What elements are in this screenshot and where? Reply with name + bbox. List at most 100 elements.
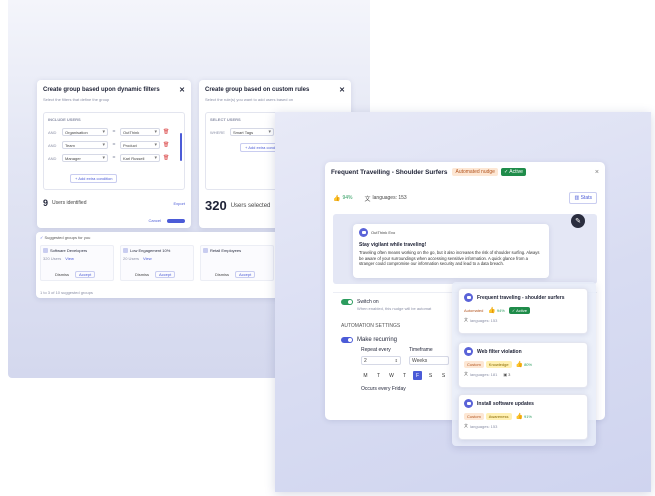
- stats-button[interactable]: ▥ Stats: [569, 192, 597, 204]
- chevron-down-icon: [154, 142, 157, 148]
- day-5[interactable]: S: [426, 371, 435, 380]
- condition-field-select[interactable]: Team: [62, 141, 108, 149]
- thumbs-up-icon: 👍: [515, 414, 523, 420]
- create-button[interactable]: [167, 218, 185, 223]
- languages-count: languages: 153: [470, 317, 498, 323]
- condition-value-select[interactable]: Karl Russell: [120, 154, 160, 162]
- suggested-group-card: Retail Employees Dismiss Accept: [200, 245, 274, 281]
- repeat-every-input[interactable]: 2 ⇕: [361, 356, 401, 365]
- chevron-down-icon: [268, 129, 271, 135]
- close-icon[interactable]: ✕: [339, 86, 345, 94]
- cancel-button[interactable]: Cancel: [149, 218, 161, 223]
- day-3[interactable]: T: [400, 371, 409, 380]
- approval-rate: 80%: [524, 362, 533, 367]
- dynamic-group-card: Create group based upon dynamic filters …: [37, 80, 191, 228]
- avatar: [464, 347, 473, 356]
- dismiss-button[interactable]: Dismiss: [55, 272, 69, 277]
- dismiss-button[interactable]: Dismiss: [135, 272, 149, 277]
- suggested-group-card: Software Developers 320 Users View Dismiss A…: [40, 245, 114, 281]
- condition-row: AND Organisation = OutThink🗑: [48, 128, 180, 136]
- add-condition-button[interactable]: + Add extra condition: [70, 174, 118, 183]
- edit-icon[interactable]: ✎: [571, 214, 585, 228]
- close-icon[interactable]: ✕: [179, 86, 185, 94]
- repeat-every-label: Repeat every: [361, 347, 391, 353]
- approval-rate: 91%: [523, 414, 532, 419]
- group-icon: [43, 248, 48, 253]
- custom-rules-subtitle: Select the rule(s) you want to add users…: [205, 97, 294, 102]
- day-0[interactable]: M: [361, 371, 370, 380]
- include-users-box: INCLUDE USERS ANDOrganisation=OutThink🗑A…: [43, 112, 185, 190]
- day-1[interactable]: T: [374, 371, 383, 380]
- message-preview-area: OutThink Evo Stay vigilant while traveli…: [333, 214, 597, 284]
- category-tag: Knowledge: [485, 361, 512, 368]
- condition-row: AND Manager = Karl Russell🗑: [48, 154, 180, 162]
- condition-operator: AND: [48, 129, 57, 135]
- day-6[interactable]: S: [439, 371, 448, 380]
- day-2[interactable]: W: [387, 371, 396, 380]
- avatar: [464, 293, 473, 302]
- translate-icon: 文: [464, 423, 468, 428]
- group-users: 20 Users: [123, 256, 140, 261]
- switch-on-toggle[interactable]: [341, 299, 353, 305]
- message-card: OutThink Evo Stay vigilant while traveli…: [353, 224, 549, 278]
- trash-icon[interactable]: 🗑: [163, 142, 169, 148]
- nudge-list-item[interactable]: Install software updates Custom Awareness 👍…: [458, 394, 588, 440]
- condition-value-select[interactable]: OutThink: [120, 128, 160, 136]
- category-tag: Awareness: [485, 413, 512, 420]
- group-name: Software Developers: [50, 248, 88, 253]
- extra-count: 3: [508, 371, 511, 377]
- dynamic-group-title: Create group based upon dynamic filters: [43, 87, 160, 93]
- condition-value-select[interactable]: Product: [120, 141, 160, 149]
- trash-icon[interactable]: 🗑: [163, 155, 169, 161]
- nudge-item-title: Web filter violation: [477, 348, 522, 355]
- stepper-icon: ⇕: [394, 358, 398, 363]
- condition-field-select[interactable]: Manager: [62, 154, 108, 162]
- users-selected-count: 320: [205, 198, 227, 213]
- view-link[interactable]: View: [65, 256, 74, 261]
- type-badge: Automated nudge: [452, 168, 498, 176]
- chart-icon: ▥: [574, 195, 580, 201]
- languages-count: languages: 153: [372, 195, 407, 201]
- approval-rate: 94%: [496, 308, 505, 313]
- scrollbar[interactable]: [180, 133, 182, 161]
- trash-icon[interactable]: 🗑: [163, 129, 169, 135]
- avatar: [464, 399, 473, 408]
- status-badge: ✓ Active: [500, 168, 526, 176]
- view-link[interactable]: View: [143, 256, 152, 261]
- nudge-list-item[interactable]: Frequent traveling - shoulder surfers Aut…: [458, 288, 588, 334]
- nudge-item-title: Frequent traveling - shoulder surfers: [477, 294, 565, 301]
- accept-button[interactable]: Accept: [155, 271, 176, 278]
- switch-on-label: Switch on: [357, 299, 379, 305]
- suggested-groups-footer: 1 to 3 of 10 suggested groups: [40, 290, 93, 295]
- type-tag: Custom: [464, 413, 484, 420]
- nudge-item-title: Install software updates: [477, 400, 534, 407]
- avatar: [359, 228, 368, 237]
- group-name: Retail Employees: [210, 248, 242, 253]
- chevron-down-icon: [102, 155, 105, 161]
- nudge-list-item[interactable]: Web filter violation Custom Knowledge 👍 80% 文…: [458, 342, 588, 388]
- accept-button[interactable]: Accept: [75, 271, 96, 278]
- dismiss-button[interactable]: Dismiss: [215, 272, 229, 277]
- users-count-label: Users identified: [52, 200, 87, 206]
- type-tag: Custom: [464, 361, 484, 368]
- translate-icon: 文: [364, 196, 371, 203]
- languages-count: languages: 153: [470, 423, 498, 429]
- recurring-label: Make recurring: [357, 337, 398, 343]
- condition-field-select[interactable]: Organisation: [62, 128, 108, 136]
- status-badge: ✓ Active: [508, 307, 531, 314]
- rule-field-select[interactable]: Smart Tags: [230, 128, 274, 136]
- custom-rules-title: Create group based on custom rules: [205, 87, 310, 93]
- thumbs-up-icon: 👍: [333, 195, 341, 202]
- export-link[interactable]: Export: [173, 201, 185, 206]
- group-icon: [203, 248, 208, 253]
- chevron-down-icon: [154, 155, 157, 161]
- timeframe-select[interactable]: Weeks: [409, 356, 449, 365]
- recurring-toggle[interactable]: [341, 337, 353, 343]
- day-4[interactable]: F: [413, 371, 422, 380]
- accept-button[interactable]: Accept: [235, 271, 256, 278]
- chevron-down-icon: [102, 142, 105, 148]
- include-users-label: INCLUDE USERS: [48, 117, 81, 122]
- chevron-down-icon: [154, 129, 157, 135]
- close-icon[interactable]: ×: [595, 169, 599, 176]
- group-icon: [123, 248, 128, 253]
